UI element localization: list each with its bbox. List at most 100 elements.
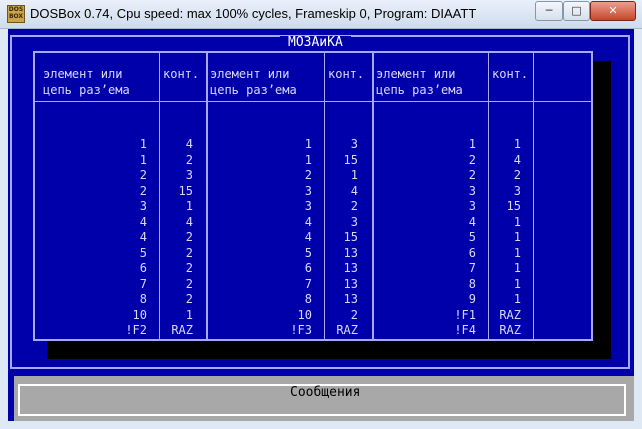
messages-frame: Сообщения bbox=[18, 384, 626, 416]
contact-cell: 2 bbox=[350, 307, 358, 322]
element-header: элемент или bbox=[43, 67, 123, 81]
contact-cell: RAZ bbox=[336, 323, 358, 337]
contact-header: конт. bbox=[492, 67, 529, 81]
element-cell: 7 bbox=[139, 276, 147, 291]
contact-cell: 2 bbox=[185, 276, 193, 291]
element-header: элемент или bbox=[210, 67, 290, 81]
contact-cell: 2 bbox=[350, 199, 358, 213]
dosbox-window: DOS BOX DOSBox 0.74, Cpu speed: max 100% … bbox=[0, 0, 642, 429]
contact-cell: 1 bbox=[513, 276, 521, 291]
element-cell: 4 bbox=[304, 214, 312, 229]
contact-cell: 3 bbox=[185, 168, 193, 182]
element-cell: 5 bbox=[468, 230, 476, 244]
element-cell: 1 bbox=[139, 152, 147, 167]
element-cell: 4 bbox=[139, 230, 147, 244]
contact-cell: 1 bbox=[185, 307, 193, 322]
contact-cell: 15 bbox=[178, 183, 193, 198]
element-cell: 3 bbox=[468, 199, 476, 213]
contact-cell: 1 bbox=[513, 230, 521, 244]
contact-cell: 3 bbox=[350, 137, 358, 151]
contact-cell: 1 bbox=[513, 245, 521, 260]
contact-cell: 2 bbox=[185, 230, 193, 244]
element-cell: 9 bbox=[468, 292, 476, 306]
messages-bar: Сообщения bbox=[14, 376, 634, 421]
contact-header: конт. bbox=[163, 67, 200, 81]
minimize-button[interactable]: ─ bbox=[535, 1, 563, 21]
element-cell: 1 bbox=[304, 137, 312, 151]
element-cell: 1 bbox=[139, 137, 147, 151]
element-cell: 5 bbox=[304, 245, 312, 260]
contact-cell: 3 bbox=[513, 183, 521, 198]
contact-cell: 13 bbox=[343, 245, 358, 260]
element-cell: 1 bbox=[304, 152, 312, 167]
element-cell: 6 bbox=[304, 261, 312, 275]
contact-cell: 15 bbox=[343, 152, 358, 167]
element-cell: 4 bbox=[468, 214, 476, 229]
table-right-edge bbox=[533, 53, 534, 339]
element-header: цепь раз’ема bbox=[43, 83, 130, 97]
group-divider bbox=[372, 53, 374, 339]
contact-cell: 1 bbox=[350, 168, 358, 182]
element-cell: 5 bbox=[139, 245, 147, 260]
element-cell: 7 bbox=[468, 261, 476, 275]
contact-cell: 4 bbox=[185, 214, 193, 229]
contact-cell: RAZ bbox=[499, 307, 521, 322]
messages-title: Сообщения bbox=[282, 386, 369, 400]
element-cell: !F3 bbox=[290, 323, 312, 337]
contact-cell: 2 bbox=[185, 292, 193, 306]
contact-cell: 15 bbox=[506, 199, 521, 213]
contact-cell: 4 bbox=[350, 183, 358, 198]
element-header: цепь раз’ема bbox=[210, 83, 297, 97]
contact-header: конт. bbox=[328, 67, 365, 81]
element-cell: !F4 bbox=[454, 323, 476, 337]
element-cell: 3 bbox=[304, 183, 312, 198]
element-cell: 2 bbox=[139, 168, 147, 182]
title-bar[interactable]: DOS BOX DOSBox 0.74, Cpu speed: max 100% … bbox=[0, 0, 642, 29]
element-cell: !F2 bbox=[125, 323, 147, 337]
element-cell: 4 bbox=[139, 214, 147, 229]
contact-cell: 1 bbox=[513, 261, 521, 275]
element-cell: 1 bbox=[468, 137, 476, 151]
contact-cell: 13 bbox=[343, 261, 358, 275]
pin-table: элемент или цепь раз’ема конт. элемент и… bbox=[33, 51, 593, 341]
element-cell: 3 bbox=[468, 183, 476, 198]
contact-cell: 2 bbox=[185, 261, 193, 275]
panel-title: МОЗАиКА bbox=[280, 36, 351, 50]
contact-cell: 15 bbox=[343, 230, 358, 244]
element-cell: 7 bbox=[304, 276, 312, 291]
contact-cell: 1 bbox=[513, 214, 521, 229]
contact-cell: 4 bbox=[185, 137, 193, 151]
element-header: цепь раз’ема bbox=[376, 83, 463, 97]
close-button[interactable]: ✕ bbox=[590, 1, 636, 21]
element-cell: 8 bbox=[139, 292, 147, 306]
element-header: элемент или bbox=[376, 67, 456, 81]
contact-cell: 2 bbox=[185, 152, 193, 167]
maximize-button[interactable]: □ bbox=[563, 1, 590, 21]
group-divider bbox=[206, 53, 208, 339]
contact-cell: RAZ bbox=[171, 323, 193, 337]
contact-cell: 13 bbox=[343, 276, 358, 291]
element-cell: !F1 bbox=[454, 307, 476, 322]
element-cell: 2 bbox=[468, 168, 476, 182]
element-cell: 8 bbox=[304, 292, 312, 306]
dos-screen[interactable]: МОЗАиКА элемент или цепь раз’ема конт. э… bbox=[8, 29, 634, 421]
window-title: DOSBox 0.74, Cpu speed: max 100% cycles,… bbox=[30, 6, 477, 21]
contact-cell: 2 bbox=[185, 245, 193, 260]
contact-cell: 1 bbox=[513, 292, 521, 306]
element-cell: 6 bbox=[468, 245, 476, 260]
contact-cell: 1 bbox=[513, 137, 521, 151]
element-cell: 3 bbox=[304, 199, 312, 213]
header-divider bbox=[35, 101, 591, 102]
element-cell: 3 bbox=[139, 199, 147, 213]
element-cell: 6 bbox=[139, 261, 147, 275]
element-cell: 4 bbox=[304, 230, 312, 244]
element-cell: 8 bbox=[468, 276, 476, 291]
element-cell: 10 bbox=[132, 307, 147, 322]
contact-cell: 2 bbox=[513, 168, 521, 182]
element-cell: 10 bbox=[297, 307, 312, 322]
contact-cell: 1 bbox=[185, 199, 193, 213]
element-cell: 2 bbox=[468, 152, 476, 167]
contact-cell: 3 bbox=[350, 214, 358, 229]
contact-cell: RAZ bbox=[499, 323, 521, 337]
dosbox-icon: DOS BOX bbox=[7, 5, 25, 23]
